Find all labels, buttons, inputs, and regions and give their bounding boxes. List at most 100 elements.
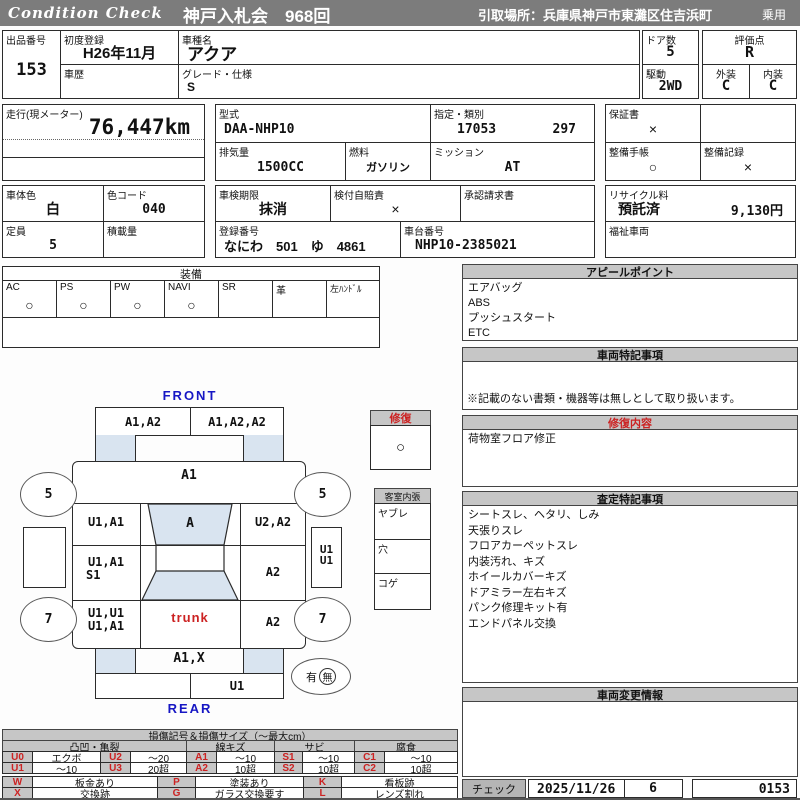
legend-desc: 10超 [302, 762, 355, 776]
transmission-value: AT [504, 159, 521, 175]
type-class-cell: 指定・類別 17053 297 [430, 104, 595, 143]
fuel-cell: 燃料 ガソリン [345, 142, 431, 181]
equipment-title: 装備 [2, 266, 380, 281]
history-value [61, 76, 178, 98]
equipment-cell-leather: 革 [272, 280, 327, 318]
fuel-value: ガソリン [366, 162, 410, 174]
assessment-line: 内装汚れ、キズ [468, 555, 546, 568]
rear-left-corner-shade [95, 649, 136, 673]
insurance-value: × [391, 201, 400, 217]
assessment-line: フロアカーペットスレ [468, 540, 578, 552]
cabin-lining-hole-label: 穴 [378, 545, 388, 556]
front-bumper: A1,A2 A1,A2,A2 [95, 407, 284, 436]
appeal-line: エアバッグ [468, 282, 523, 294]
divider [3, 157, 204, 158]
repair-detail-line: 荷物室フロア修正 [468, 433, 556, 445]
rear-panel-damage: A1,X [173, 651, 205, 666]
recycle-status: 預託済 [618, 201, 660, 217]
assessment-line: ホイールカバーキズ [468, 571, 567, 583]
vehicle-notes-footnote: ※記載のない書類・機器等は無しとして取り扱います。 [467, 393, 741, 405]
cabin-lining-header: 客室内張 [374, 488, 431, 504]
appeal-points-body: エアバッグ ABS プッシュスタート ETC [462, 278, 798, 341]
first-registration-value: H26年11月 [82, 44, 157, 62]
appeal-line: プッシュスタート [468, 312, 556, 324]
spare-yes-label: 有 [306, 671, 317, 684]
load-value [104, 233, 204, 257]
legend-desc: 10超 [384, 762, 458, 776]
pickup-location: 引取場所：兵庫県神戸市東灘区住吉浜町 [478, 8, 713, 23]
check-code-box: 0153 [692, 779, 797, 798]
spare-tire-indicator: 有 無 [291, 658, 351, 695]
color-code-value: 040 [142, 201, 166, 217]
wheel-rear-left: 7 [20, 597, 77, 642]
front-bumper-left-damage: A1,A2 [124, 414, 162, 429]
legend-code: U3 [100, 762, 131, 774]
interior-grade-value: C [768, 78, 778, 94]
check-number: 6 [649, 781, 657, 796]
model-code-cell: 型式 DAA-NHP10 [215, 104, 431, 143]
assessment-line: エンドパネル交換 [468, 617, 556, 630]
doors-value: 5 [666, 44, 675, 60]
legend-desc: 20超 [130, 762, 187, 776]
vehicle-changes-body [462, 701, 798, 777]
assessment-line: シートスレ、ヘタリ、しみ [468, 509, 600, 521]
class-number: 297 [552, 121, 576, 137]
maintenance-record-cell: 整備記録 × [700, 142, 796, 181]
divider [3, 139, 204, 140]
repair-flag-mark: ○ [395, 439, 406, 456]
vehicle-notes-header: 車両特記事項 [462, 347, 798, 362]
equipment-cell-lhd: 左ﾊﾝﾄﾞﾙ [326, 280, 380, 318]
lot-number-value: 153 [16, 60, 47, 80]
vehicle-changes-header: 車両変更情報 [462, 687, 798, 702]
check-date: 2025/11/26 [537, 782, 616, 797]
equipment-mark: ○ [25, 296, 34, 313]
welfare-vehicle-value [606, 233, 795, 257]
doors-cell: ドア数 5 [642, 30, 699, 65]
inspection-expiry-cell: 車検期限 抹消 [215, 185, 331, 222]
maintenance-book-value: ○ [648, 159, 658, 175]
type-class-values: 17053 297 [431, 116, 594, 142]
equipment-cell-ps: PS ○ [56, 280, 111, 318]
left-quarter-damage: U1,U1 U1,A1 [72, 607, 140, 633]
repair-details-body: 荷物室フロア修正 [462, 429, 798, 487]
load-cell: 積載量 [103, 221, 205, 258]
repair-flag-box: ○ [370, 425, 431, 470]
left-fender-damage: U1,A1 [87, 515, 125, 529]
left-door-damage-line2: S1 [86, 568, 101, 582]
rear-label: REAR [167, 701, 213, 716]
rear-bumper: U1 [95, 673, 284, 699]
equipment-cell-navi: NAVI ○ [164, 280, 219, 318]
body-color-value: 白 [46, 201, 60, 217]
approval-request-value [461, 197, 594, 221]
check-label-cell: チェック [462, 779, 526, 798]
front-bumper-right-damage: A1,A2,A2 [208, 414, 266, 429]
front-left-corner-shade [95, 435, 136, 462]
model-cell: 車種名 アクア [178, 30, 640, 65]
chassis-number-cell: 車台番号 NHP10-2385021 [400, 221, 595, 258]
appeal-line: ABS [468, 297, 491, 309]
repair-flag-header: 修復 [370, 410, 431, 426]
auction-title: 神戸入札会 968回 [183, 7, 331, 26]
inspection-expiry-value: 抹消 [259, 201, 287, 217]
capacity-value: 5 [49, 237, 57, 253]
registration-number-cell: 登録番号 なにわ 501 ゆ 4861 [215, 221, 401, 258]
drive-cell: 駆動 2WD [642, 64, 699, 99]
right-sill-damage: U1 U1 [312, 544, 341, 566]
assessment-line: パンク修理キット有 [468, 602, 568, 614]
lot-number-cell: 出品番号 153 [2, 30, 61, 99]
equipment-mark: ○ [187, 296, 196, 313]
assessment-notes-header: 査定特記事項 [462, 491, 798, 506]
recycle-fee-cell: リサイクル料 預託済 9,130円 [605, 185, 796, 222]
title-bar: Condition Check 神戸入札会 968回 引取場所：兵庫県神戸市東灘… [0, 0, 800, 26]
exterior-grade-cell: 外装 C [702, 64, 750, 99]
cabin-lining-tear-label: ヤブレ [378, 509, 408, 520]
history-cell: 車歴 [60, 64, 179, 99]
displacement-value: 1500CC [257, 159, 304, 175]
equipment-empty-row [2, 317, 380, 348]
cabin-lining-burn-label: コゲ [378, 579, 398, 590]
recycle-amount: 9,130円 [730, 203, 783, 219]
equipment-cell-sr: SR [218, 280, 273, 318]
repair-details-header: 修復内容 [462, 415, 798, 430]
check-code: 0153 [758, 782, 790, 797]
cabin-lining-burn-cell: コゲ [374, 573, 431, 610]
